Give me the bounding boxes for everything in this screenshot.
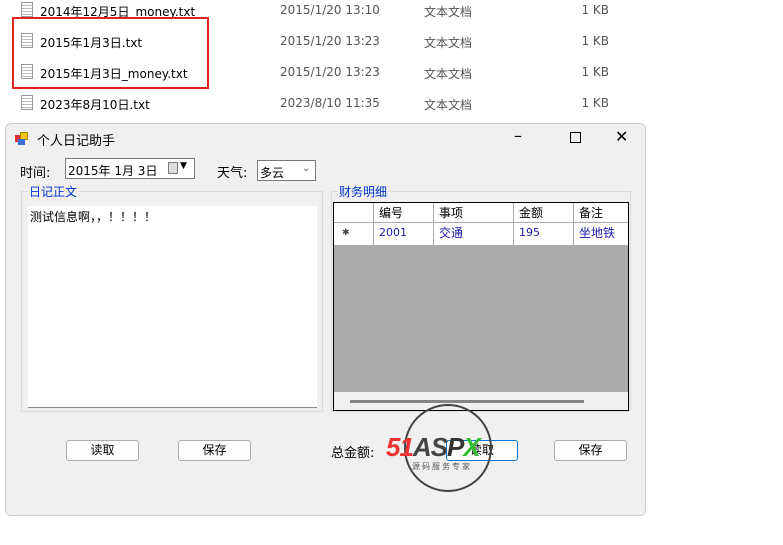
grid-header: 编号 事项 金额 备注 xyxy=(334,203,628,223)
read-finance-button[interactable]: 读取 xyxy=(446,440,518,461)
dropdown-arrow-icon: ▼ xyxy=(180,161,187,171)
save-finance-button[interactable]: 保存 xyxy=(554,440,627,461)
text-file-icon xyxy=(21,2,33,17)
time-label: 时间: xyxy=(20,166,51,181)
diary-group: 日记正文 测试信息啊，，！！！！ xyxy=(21,183,323,412)
save-button[interactable]: 保存 xyxy=(178,440,251,461)
highlight-box xyxy=(12,17,209,89)
weather-select[interactable]: 多云 ⌄ xyxy=(257,160,316,181)
diary-window: 个人日记助手 – ✕ 时间: 2015年 1月 3日 ▼ 天气: 多云 ⌄ 日记… xyxy=(5,123,646,516)
finance-grid[interactable]: 编号 事项 金额 备注 ✱ 2001 交通 195 坐地铁 xyxy=(333,202,629,411)
finance-group: 财务明细 编号 事项 金额 备注 ✱ 2001 交通 195 坐地铁 xyxy=(331,183,631,412)
maximize-button[interactable] xyxy=(570,132,581,143)
diary-textarea[interactable]: 测试信息啊，，！！！！ xyxy=(28,206,317,408)
total-label: 总金额: xyxy=(331,446,375,461)
horizontal-scrollbar[interactable] xyxy=(334,392,628,410)
read-button[interactable]: 读取 xyxy=(66,440,139,461)
chevron-down-icon: ⌄ xyxy=(302,163,311,174)
new-row-marker-icon: ✱ xyxy=(334,223,374,245)
close-button[interactable]: ✕ xyxy=(615,127,628,146)
date-picker[interactable]: 2015年 1月 3日 ▼ xyxy=(65,158,195,179)
scrollbar-thumb[interactable] xyxy=(350,400,584,403)
calendar-icon xyxy=(168,162,178,174)
weather-label: 天气: xyxy=(217,166,248,181)
text-file-icon xyxy=(21,95,33,110)
minimize-button[interactable]: – xyxy=(514,126,522,145)
file-row[interactable]: 2023年8月10日.txt 2023/8/10 11:35 文本文档 1 KB xyxy=(0,93,650,115)
window-title: 个人日记助手 xyxy=(37,134,116,149)
app-icon xyxy=(15,132,29,145)
table-row[interactable]: ✱ 2001 交通 195 坐地铁 xyxy=(334,223,628,245)
